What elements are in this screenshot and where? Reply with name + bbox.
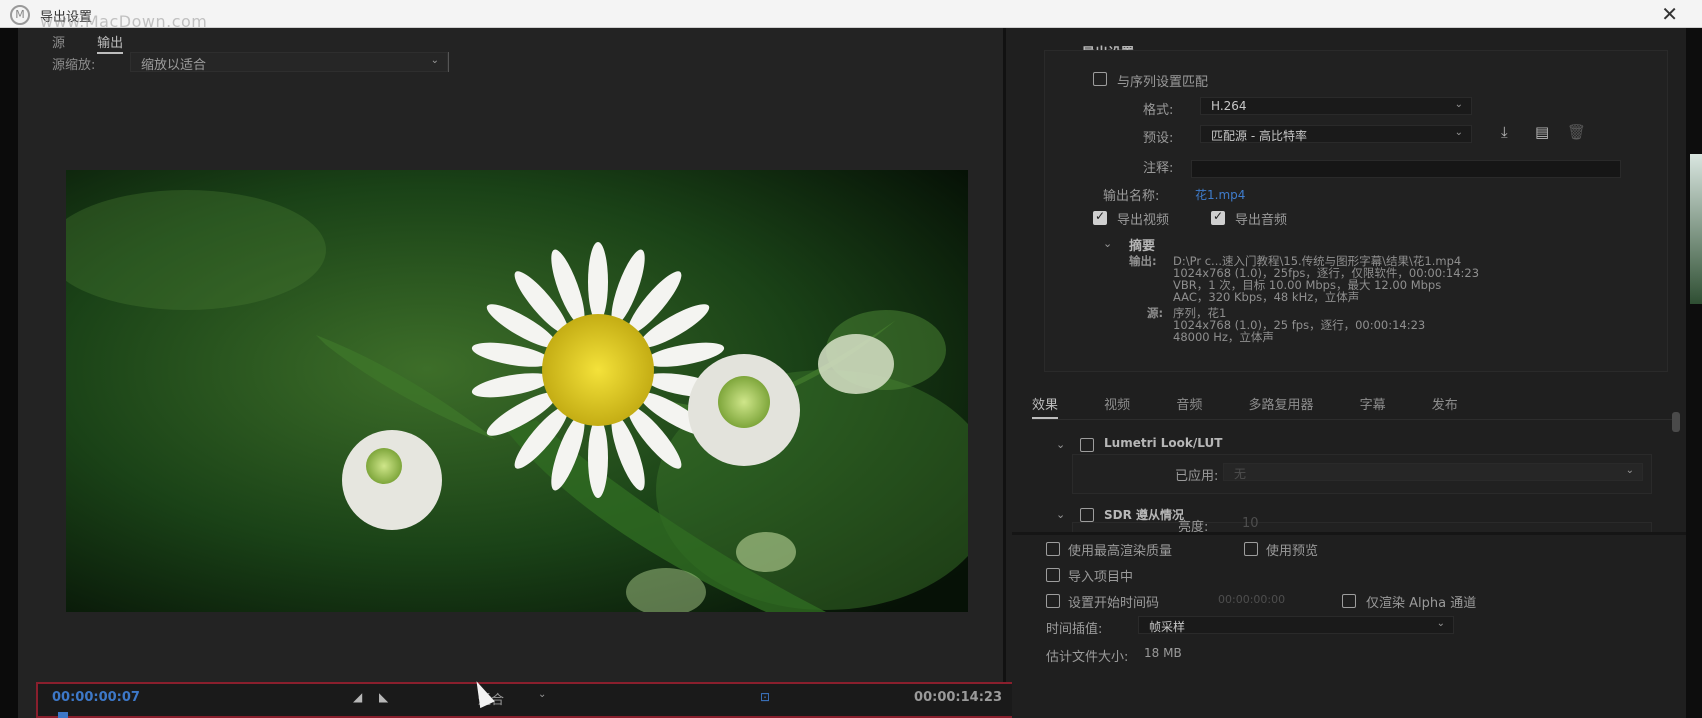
save-preset-icon[interactable]: ▤ [1535, 123, 1549, 141]
render-alpha-only-label: 仅渲染 Alpha 通道 [1366, 596, 1477, 611]
preset-select[interactable]: 匹配源 - 高比特率 ⌄ [1200, 125, 1472, 143]
title-bar: M 导出设置 www.MacDown.com ✕ [0, 0, 1702, 31]
chevron-down-icon: ⌄ [1454, 99, 1463, 110]
tab-multiplexer[interactable]: 多路复用器 [1248, 394, 1313, 417]
export-settings-dialog: M 导出设置 www.MacDown.com ✕ 源 输出 源缩放: 缩放以适合… [0, 0, 1702, 718]
tab-video[interactable]: 视频 [1104, 394, 1130, 417]
comment-label: 注释: [1143, 161, 1174, 176]
lumetri-checkbox[interactable] [1080, 438, 1094, 452]
time-interpolation-value: 帧采样 [1149, 620, 1186, 634]
tab-source[interactable]: 源 [52, 36, 65, 51]
summary-output-line: AAC，320 Kbps，48 kHz，立体声 [1173, 290, 1360, 304]
export-video-checkbox[interactable] [1093, 209, 1107, 225]
delete-preset-icon[interactable]: 🗑 [1567, 123, 1586, 141]
import-into-project-label: 导入项目中 [1068, 570, 1134, 585]
render-alpha-only-checkbox[interactable] [1342, 594, 1356, 608]
brightness-value: 10 [1242, 516, 1259, 531]
tab-publish[interactable]: 发布 [1432, 394, 1458, 417]
max-render-quality-label: 使用最高渲染质量 [1068, 544, 1173, 559]
export-settings-section: 与序列设置匹配 格式: H.264 ⌄ 预设: 匹配源 - 高比特率 ⌄ ⤓ ▤… [1044, 50, 1668, 372]
chevron-down-icon[interactable]: ⌄ [1056, 438, 1065, 451]
chevron-down-icon[interactable]: ⌄ [1103, 237, 1112, 250]
output-name-link[interactable]: 花1.mp4 [1195, 186, 1245, 203]
preview-panel: 源 输出 源缩放: 缩放以适合 ⌄ 00:00:00:07 ◢ ◣ 适合 ⌄ ⊡… [18, 28, 1018, 718]
left-edge [0, 28, 18, 718]
background-window-sliver [1690, 154, 1702, 304]
aspect-ratio-icon[interactable]: ⊡ [760, 690, 770, 704]
current-timecode[interactable]: 00:00:00:07 [52, 690, 140, 705]
applied-select[interactable]: 无 ⌄ [1223, 463, 1643, 481]
applied-label: 已应用: [1175, 469, 1219, 484]
chevron-down-icon: ⌄ [430, 55, 439, 66]
set-start-timecode-checkbox[interactable] [1046, 594, 1060, 608]
summary-source-label: 源: [1147, 306, 1164, 320]
start-timecode-value[interactable]: 00:00:00:00 [1218, 593, 1285, 606]
chevron-down-icon: ⌄ [1454, 127, 1463, 138]
tab-captions[interactable]: 字幕 [1360, 394, 1386, 417]
section-divider [1012, 532, 1686, 535]
export-audio-label: 导出音频 [1235, 213, 1288, 228]
set-start-timecode-label: 设置开始时间码 [1068, 596, 1160, 611]
effects-scrollbar[interactable] [1672, 412, 1680, 432]
estimated-size-label: 估计文件大小: [1046, 650, 1129, 665]
match-sequence-checkbox[interactable] [1093, 72, 1107, 86]
chevron-down-icon: ⌄ [1436, 618, 1445, 629]
lumetri-section: 已应用: 无 ⌄ [1072, 454, 1652, 494]
format-select[interactable]: H.264 ⌄ [1200, 97, 1472, 115]
duration-timecode: 00:00:14:23 [914, 690, 1002, 705]
import-into-project-checkbox[interactable] [1046, 568, 1060, 582]
divider [448, 52, 449, 72]
match-sequence-label: 与序列设置匹配 [1117, 75, 1209, 90]
set-out-point-icon[interactable]: ◣ [379, 690, 388, 704]
format-value: H.264 [1211, 99, 1247, 113]
use-previews-label: 使用预览 [1266, 544, 1319, 559]
settings-panel: ⌄ 导出设置 与序列设置匹配 格式: H.264 ⌄ 预设: 匹配源 - 高比特… [1012, 28, 1686, 718]
daisy-flower-image [66, 170, 968, 612]
video-preview [66, 170, 968, 612]
import-preset-icon[interactable]: ⤓ [1501, 123, 1508, 141]
sdr-checkbox[interactable] [1080, 508, 1094, 522]
sdr-label: SDR 遵从情况 [1104, 508, 1185, 522]
source-scaling-value: 缩放以适合 [141, 58, 207, 73]
chevron-down-icon: ⌄ [1625, 465, 1634, 476]
lumetri-label: Lumetri Look/LUT [1104, 436, 1223, 450]
applied-value: 无 [1234, 467, 1247, 481]
time-interpolation-select[interactable]: 帧采样 ⌄ [1138, 616, 1454, 634]
chevron-down-icon: ⌄ [538, 689, 547, 700]
preset-label: 预设: [1143, 131, 1174, 146]
playback-controls: 00:00:00:07 ◢ ◣ 适合 ⌄ ⊡ 00:00:14:23 [36, 682, 1018, 718]
tab-effects[interactable]: 效果 [1032, 394, 1059, 419]
settings-tabs: 效果 视频 音频 多路复用器 字幕 发布 [1032, 394, 1672, 420]
sdr-section [1072, 522, 1652, 532]
source-scaling-select[interactable]: 缩放以适合 ⌄ [130, 52, 448, 73]
estimated-size-value: 18 MB [1144, 646, 1182, 660]
preview-tabs: 源 输出 [52, 32, 151, 54]
right-edge [1686, 28, 1702, 718]
use-previews-checkbox[interactable] [1244, 542, 1258, 556]
time-interpolation-label: 时间插值: [1046, 622, 1103, 637]
summary-source-line: 48000 Hz，立体声 [1173, 330, 1274, 344]
close-icon[interactable]: ✕ [1661, 2, 1678, 26]
format-label: 格式: [1143, 103, 1174, 118]
set-in-point-icon[interactable]: ◢ [353, 690, 362, 704]
panel-divider [1003, 28, 1006, 718]
playhead-marker[interactable] [58, 712, 68, 718]
source-scaling-label: 源缩放: [52, 58, 96, 73]
output-name-label: 输出名称: [1103, 189, 1160, 204]
comment-input[interactable] [1191, 160, 1621, 178]
export-audio-checkbox[interactable] [1211, 209, 1225, 225]
tab-output[interactable]: 输出 [97, 36, 124, 54]
summary-output-label: 输出: [1129, 254, 1157, 268]
export-video-label: 导出视频 [1117, 213, 1170, 228]
chevron-down-icon[interactable]: ⌄ [1056, 508, 1065, 521]
tab-audio[interactable]: 音频 [1176, 394, 1202, 417]
max-render-quality-checkbox[interactable] [1046, 542, 1060, 556]
preset-value: 匹配源 - 高比特率 [1211, 129, 1307, 143]
watermark-logo-icon: M [10, 5, 30, 25]
summary-header: 摘要 [1129, 239, 1156, 254]
